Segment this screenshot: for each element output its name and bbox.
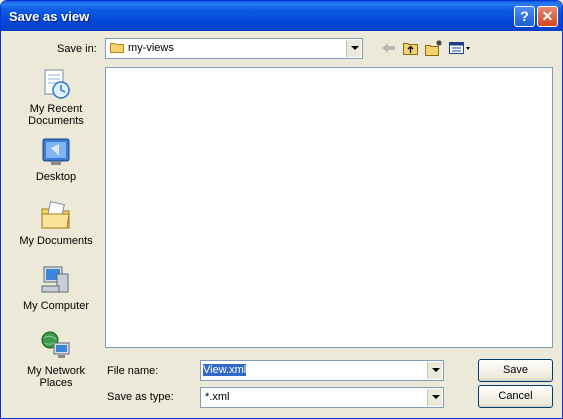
place-my-computer[interactable]: My Computer [13, 264, 99, 312]
cancel-button[interactable]: Cancel [478, 385, 553, 408]
save-as-view-dialog: Save as view ? ✕ Save in: my-views My Re… [0, 0, 563, 419]
save-in-dropdown-arrow[interactable] [346, 40, 361, 57]
file-name-dropdown-arrow[interactable] [427, 362, 442, 379]
save-as-type-dropdown-arrow[interactable] [427, 389, 442, 406]
views-menu-icon[interactable] [447, 39, 473, 57]
place-label: My Recent Documents [28, 103, 84, 127]
save-as-type-combo[interactable]: *.xml [200, 387, 444, 408]
file-name-label: File name: [107, 365, 159, 377]
network-places-icon [39, 329, 73, 363]
save-button[interactable]: Save [478, 359, 553, 382]
file-name-input[interactable]: View.xml [203, 364, 247, 376]
save-in-label: Save in: [57, 43, 97, 55]
desktop-icon [39, 135, 73, 169]
place-label: Desktop [35, 171, 77, 183]
file-list-view[interactable] [105, 67, 553, 348]
place-my-network-places[interactable]: My Network Places [13, 329, 99, 389]
window-title: Save as view [9, 9, 90, 24]
place-my-documents[interactable]: My Documents [13, 199, 99, 247]
places-bar: My Recent Documents Desktop My Documents… [13, 67, 99, 397]
recent-documents-icon [39, 67, 73, 101]
help-button[interactable]: ? [514, 6, 535, 27]
title-bar[interactable]: Save as view ? ✕ [1, 1, 562, 31]
save-as-type-value: *.xml [205, 391, 230, 403]
folder-icon [110, 42, 124, 53]
place-my-recent-documents[interactable]: My Recent Documents [13, 67, 99, 127]
place-label: My Documents [19, 235, 93, 247]
file-name-combo[interactable]: View.xml [200, 360, 444, 381]
place-desktop[interactable]: Desktop [13, 135, 99, 183]
place-label: My Computer [22, 300, 90, 312]
save-in-combo[interactable]: my-views [105, 38, 363, 59]
save-in-value: my-views [128, 42, 174, 54]
my-documents-icon [39, 199, 73, 233]
save-as-type-label: Save as type: [107, 391, 174, 403]
my-computer-icon [39, 264, 73, 298]
close-button[interactable]: ✕ [537, 6, 558, 27]
up-one-level-icon[interactable] [401, 39, 421, 57]
place-label: My Network Places [26, 365, 86, 389]
create-new-folder-icon[interactable] [424, 39, 444, 57]
back-arrow-icon[interactable] [379, 39, 399, 57]
